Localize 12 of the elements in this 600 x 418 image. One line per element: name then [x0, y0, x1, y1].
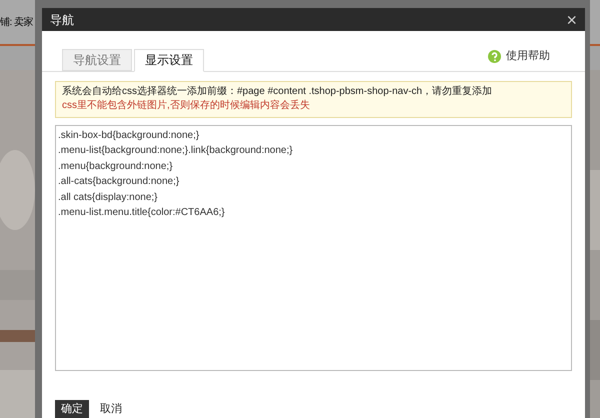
close-button[interactable]: × [566, 10, 577, 28]
tab[interactable]: 导航设置 [62, 48, 132, 70]
page-text: 铺: 卖家 [0, 16, 34, 30]
notice-text: 系统会自动给css选择器统一添加前缀：#page #content .tshop-pbsm-shop-nav-ch，请勿重复添加 [62, 85, 494, 99]
help-icon [488, 50, 501, 63]
tab[interactable]: 显示设置 [134, 48, 204, 72]
cancel-button[interactable]: 取消 [94, 400, 128, 418]
dialog-title: 导航 [50, 12, 74, 28]
help-link[interactable]: 使用帮助 [506, 48, 550, 64]
warning-text: css里不能包含外链图片,否则保存的时候编辑内容会丢失 [62, 99, 311, 113]
confirm-button[interactable]: 确定 [55, 400, 89, 418]
css-editor[interactable]: .skin-box-bd{background:none;} .menu-list{background:none;}.link{background:none;} .menu{background:none;} .all-cats{background:none;} .all cats{display:none;} .menu-list.menu.title{color:#CT6AA6;} [55, 124, 572, 370]
